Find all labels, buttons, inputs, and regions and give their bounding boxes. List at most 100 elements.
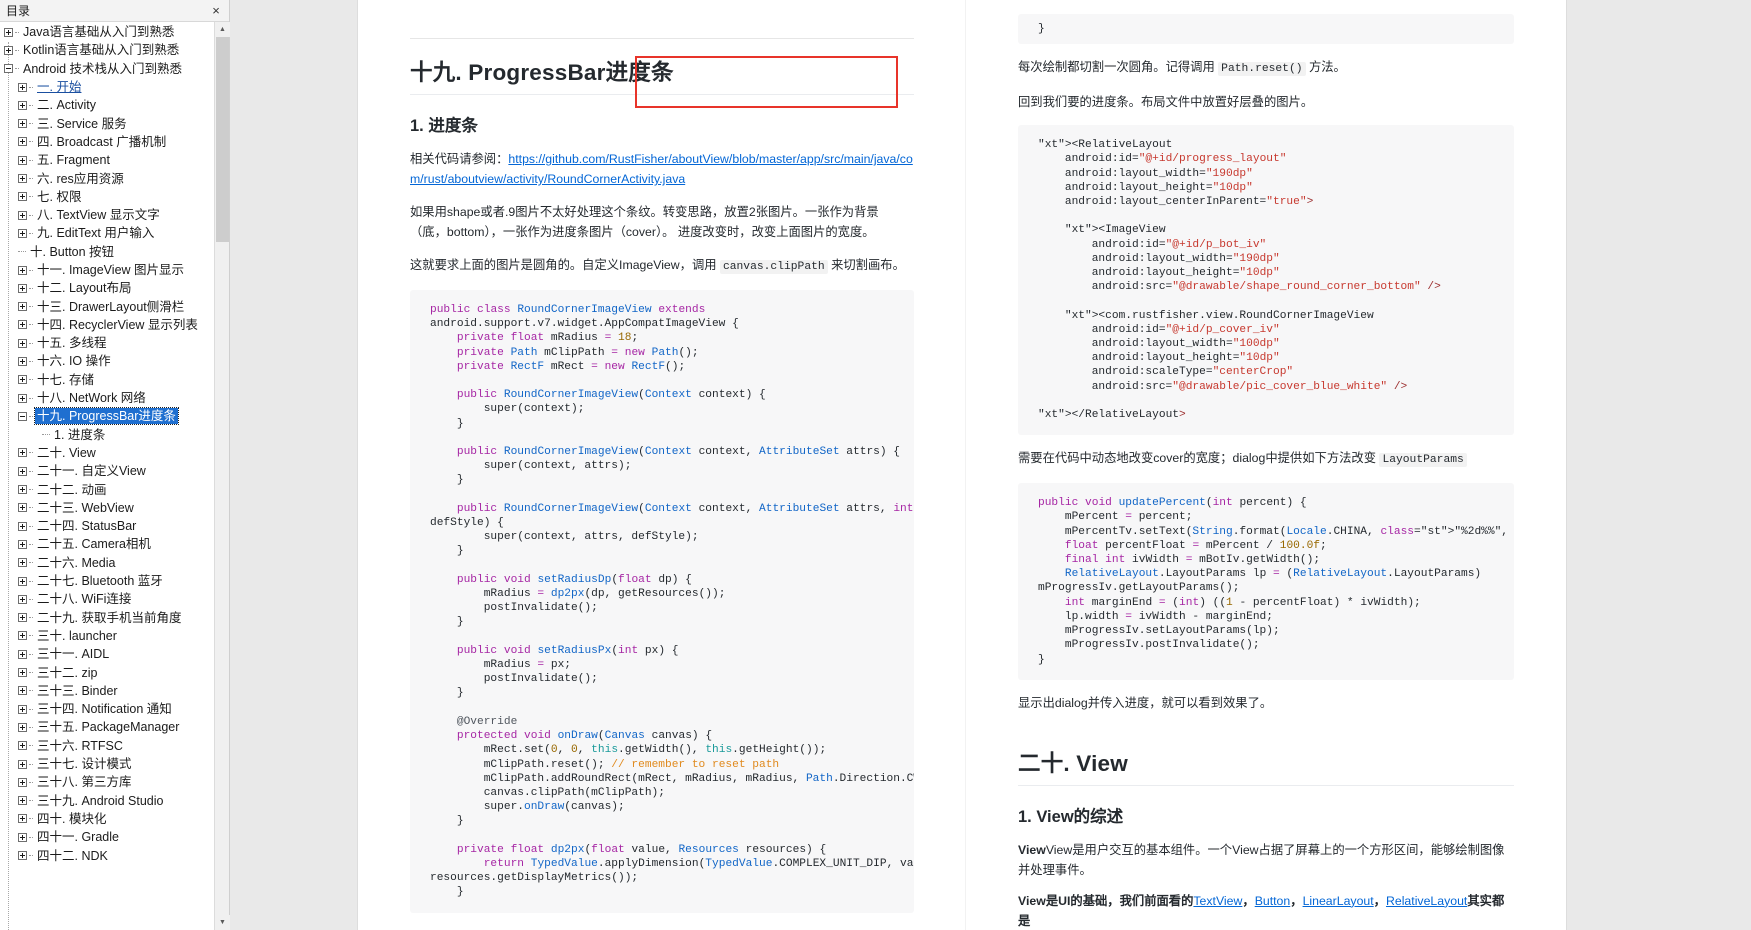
expand-plus-icon[interactable] xyxy=(18,576,27,586)
expand-plus-icon[interactable] xyxy=(18,192,27,202)
expand-plus-icon[interactable] xyxy=(18,539,27,549)
close-icon[interactable]: × xyxy=(209,4,223,18)
scroll-down-arrow-icon[interactable]: ▼ xyxy=(215,915,230,930)
toc-item-5[interactable]: 三. Service 服务 xyxy=(0,114,229,132)
toc-item-38[interactable]: 三十五. PackageManager xyxy=(0,718,229,736)
toc-item-32[interactable]: 二十九. 获取手机当前角度 xyxy=(0,609,229,627)
expand-plus-icon[interactable] xyxy=(18,832,27,842)
expand-plus-icon[interactable] xyxy=(18,82,27,92)
toc-item-13[interactable]: 十一. ImageView 图片显示 xyxy=(0,261,229,279)
expand-plus-icon[interactable] xyxy=(18,668,27,678)
toc-item-36[interactable]: 三十三. Binder xyxy=(0,682,229,700)
relativelayout-link[interactable]: RelativeLayout xyxy=(1386,894,1467,908)
collapse-minus-icon[interactable] xyxy=(18,411,27,421)
expand-plus-icon[interactable] xyxy=(18,741,27,751)
linearlayout-link[interactable]: LinearLayout xyxy=(1303,894,1374,908)
toc-item-7[interactable]: 五. Fragment xyxy=(0,151,229,169)
expand-plus-icon[interactable] xyxy=(18,796,27,806)
expand-plus-icon[interactable] xyxy=(18,137,27,147)
toc-item-45[interactable]: 四十二. NDK xyxy=(0,846,229,864)
expand-plus-icon[interactable] xyxy=(18,503,27,513)
toc-item-16[interactable]: 十四. RecyclerView 显示列表 xyxy=(0,316,229,334)
expand-plus-icon[interactable] xyxy=(18,338,27,348)
button-link[interactable]: Button xyxy=(1255,894,1291,908)
collapse-minus-icon[interactable] xyxy=(4,64,13,74)
expand-plus-icon[interactable] xyxy=(18,814,27,824)
toc-item-4[interactable]: 二. Activity xyxy=(0,96,229,114)
toc-item-24[interactable]: 二十一. 自定义View xyxy=(0,462,229,480)
toc-item-37[interactable]: 三十四. Notification 通知 xyxy=(0,700,229,718)
expand-plus-icon[interactable] xyxy=(18,466,27,476)
toc-item-10[interactable]: 八. TextView 显示文字 xyxy=(0,206,229,224)
expand-plus-icon[interactable] xyxy=(18,283,27,293)
toc-item-31[interactable]: 二十八. WiFi连接 xyxy=(0,590,229,608)
expand-plus-icon[interactable] xyxy=(18,759,27,769)
expand-plus-icon[interactable] xyxy=(18,686,27,696)
expand-plus-icon[interactable] xyxy=(18,649,27,659)
toc-item-20[interactable]: 十八. NetWork 网络 xyxy=(0,389,229,407)
toc-item-27[interactable]: 二十四. StatusBar xyxy=(0,517,229,535)
toc-item-39[interactable]: 三十六. RTFSC xyxy=(0,737,229,755)
expand-plus-icon[interactable] xyxy=(18,485,27,495)
toc-item-41[interactable]: 三十八. 第三方库 xyxy=(0,773,229,791)
toc-item-2[interactable]: Android 技术栈从入门到熟悉 xyxy=(0,60,229,78)
toc-scroll-area[interactable]: Java语言基础从入门到熟悉 Kotlin语言基础从入门到熟悉 Android 技术… xyxy=(0,22,229,930)
toc-item-28[interactable]: 二十五. Camera相机 xyxy=(0,535,229,553)
expand-plus-icon[interactable] xyxy=(18,265,27,275)
expand-plus-icon[interactable] xyxy=(18,777,27,787)
expand-plus-icon[interactable] xyxy=(18,356,27,366)
toc-item-30[interactable]: 二十七. Bluetooth 蓝牙 xyxy=(0,572,229,590)
toc-item-35[interactable]: 三十二. zip xyxy=(0,663,229,681)
expand-plus-icon[interactable] xyxy=(18,558,27,568)
toc-item-29[interactable]: 二十六. Media xyxy=(0,554,229,572)
toc-item-3[interactable]: 一. 开始 xyxy=(0,78,229,96)
toc-item-15[interactable]: 十三. DrawerLayout侧滑栏 xyxy=(0,297,229,315)
toc-item-18[interactable]: 十六. IO 操作 xyxy=(0,352,229,370)
expand-plus-icon[interactable] xyxy=(4,27,13,37)
expand-plus-icon[interactable] xyxy=(18,100,27,110)
toc-item-1[interactable]: Kotlin语言基础从入门到熟悉 xyxy=(0,41,229,59)
toc-item-17[interactable]: 十五. 多线程 xyxy=(0,334,229,352)
expand-plus-icon[interactable] xyxy=(18,228,27,238)
toc-item-44[interactable]: 四十一. Gradle xyxy=(0,828,229,846)
toc-item-14[interactable]: 十二. Layout布局 xyxy=(0,279,229,297)
expand-plus-icon[interactable] xyxy=(4,45,13,55)
toc-item-8[interactable]: 六. res应用资源 xyxy=(0,169,229,187)
toc-item-34[interactable]: 三十一. AIDL xyxy=(0,645,229,663)
expand-plus-icon[interactable] xyxy=(18,320,27,330)
toc-item-22[interactable]: 1. 进度条 xyxy=(0,426,229,444)
document-viewer[interactable]: 十九. ProgressBar进度条 1. 进度条 相关代码请参阅：https:… xyxy=(230,0,1751,930)
sidebar-scrollbar[interactable]: ▲ ▼ xyxy=(214,22,230,930)
expand-plus-icon[interactable] xyxy=(18,155,27,165)
toc-item-6[interactable]: 四. Broadcast 广播机制 xyxy=(0,133,229,151)
toc-item-0[interactable]: Java语言基础从入门到熟悉 xyxy=(0,23,229,41)
toc-item-25[interactable]: 二十二. 动画 xyxy=(0,480,229,498)
expand-plus-icon[interactable] xyxy=(18,851,27,860)
toc-item-33[interactable]: 三十. launcher xyxy=(0,627,229,645)
toc-item-19[interactable]: 十七. 存储 xyxy=(0,371,229,389)
expand-plus-icon[interactable] xyxy=(18,722,27,732)
expand-plus-icon[interactable] xyxy=(18,210,27,220)
expand-plus-icon[interactable] xyxy=(18,704,27,714)
expand-plus-icon[interactable] xyxy=(18,393,27,403)
toc-item-11[interactable]: 九. EditText 用户输入 xyxy=(0,224,229,242)
expand-plus-icon[interactable] xyxy=(18,521,27,531)
toc-item-26[interactable]: 二十三. WebView xyxy=(0,499,229,517)
expand-plus-icon[interactable] xyxy=(18,174,27,184)
sidebar-scrollbar-thumb[interactable] xyxy=(216,37,229,242)
expand-plus-icon[interactable] xyxy=(18,375,27,385)
expand-plus-icon[interactable] xyxy=(18,594,27,604)
toc-item-42[interactable]: 三十九. Android Studio xyxy=(0,791,229,809)
expand-plus-icon[interactable] xyxy=(18,613,27,623)
toc-item-43[interactable]: 四十. 模块化 xyxy=(0,810,229,828)
toc-item-9[interactable]: 七. 权限 xyxy=(0,188,229,206)
toc-item-23[interactable]: 二十. View xyxy=(0,444,229,462)
expand-plus-icon[interactable] xyxy=(18,119,27,129)
expand-plus-icon[interactable] xyxy=(18,302,27,312)
toc-item-12[interactable]: 十. Button 按钮 xyxy=(0,243,229,261)
textview-link[interactable]: TextView xyxy=(1193,894,1242,908)
expand-plus-icon[interactable] xyxy=(18,448,27,458)
expand-plus-icon[interactable] xyxy=(18,631,27,641)
toc-item-21[interactable]: 十九. ProgressBar进度条 xyxy=(0,407,229,426)
toc-item-40[interactable]: 三十七. 设计模式 xyxy=(0,755,229,773)
